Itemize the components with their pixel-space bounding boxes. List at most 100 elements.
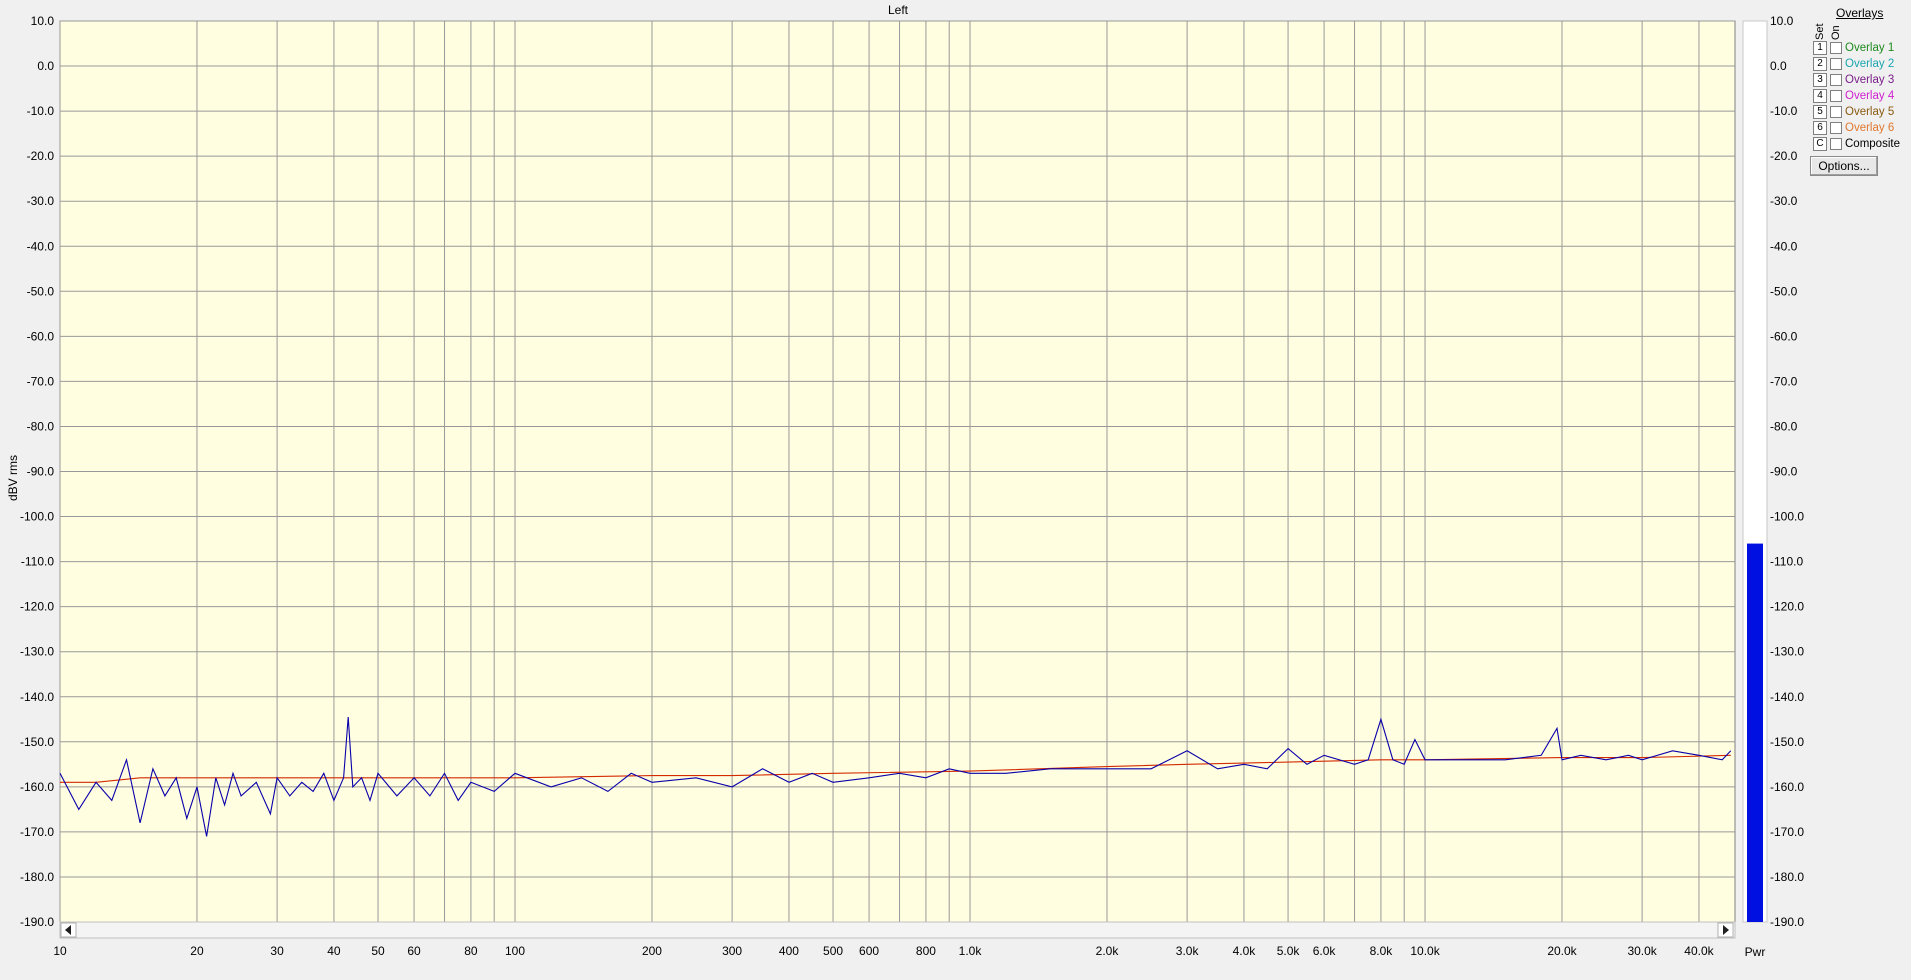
overlay-on-checkbox[interactable] [1830, 122, 1842, 134]
overlays-title: Overlays [1836, 6, 1884, 20]
y-tick-label-right: -160.0 [1770, 780, 1804, 794]
y-tick-label-left: -30.0 [27, 194, 55, 208]
y-tick-label-left: -160.0 [20, 780, 54, 794]
power-meter-bar [1747, 543, 1763, 922]
overlay-row-4: 4 Overlay 4 [1813, 89, 1911, 104]
overlay-set-button[interactable]: 3 [1813, 73, 1827, 87]
overlay-label: Overlay 1 [1845, 42, 1895, 54]
y-tick-label-left: -110.0 [21, 555, 54, 569]
x-tick-label: 2.0k [1096, 944, 1120, 958]
x-tick-label: 30.0k [1627, 944, 1657, 958]
y-tick-label-left: -100.0 [20, 510, 54, 524]
overlay-label: Composite [1845, 138, 1900, 150]
y-tick-label-left: -170.0 [20, 825, 54, 839]
overlay-row-1: 1 Overlay 1 [1813, 41, 1911, 56]
overlay-label: Overlay 2 [1845, 58, 1895, 70]
y-tick-label-right: -40.0 [1770, 239, 1798, 253]
x-tick-label: 10 [53, 944, 67, 958]
overlay-label: Overlay 6 [1845, 122, 1895, 134]
y-tick-label-left: -10.0 [27, 104, 55, 118]
y-tick-label-right: -110.0 [1770, 555, 1803, 569]
y-tick-label-right: -190.0 [1770, 915, 1804, 929]
x-tick-label: 300 [722, 944, 742, 958]
overlay-row-3: 3 Overlay 3 [1813, 73, 1911, 88]
y-tick-label-left: -80.0 [27, 419, 55, 433]
y-tick-label-right: -70.0 [1770, 374, 1798, 388]
x-tick-label: 6.0k [1313, 944, 1337, 958]
x-tick-label: 60 [407, 944, 421, 958]
x-tick-label: 50 [371, 944, 385, 958]
y-tick-label-left: -70.0 [27, 374, 55, 388]
overlay-row-2: 2 Overlay 2 [1813, 57, 1911, 72]
x-tick-label: 8.0k [1370, 944, 1394, 958]
y-tick-label-right: -30.0 [1770, 194, 1798, 208]
x-tick-label: 20 [190, 944, 204, 958]
overlay-set-button[interactable]: 5 [1813, 105, 1827, 119]
x-tick-label: 500 [823, 944, 843, 958]
overlay-row-6: 6 Overlay 6 [1813, 121, 1911, 136]
y-tick-label-left: 10.0 [31, 14, 55, 28]
x-tick-label: 20.0k [1547, 944, 1577, 958]
x-tick-label: 4.0k [1233, 944, 1257, 958]
y-tick-label-right: -120.0 [1770, 600, 1804, 614]
x-tick-label: 100 [505, 944, 525, 958]
y-tick-label-right: -10.0 [1770, 104, 1798, 118]
x-tick-label: 5.0k [1277, 944, 1301, 958]
y-tick-label-left: -40.0 [27, 239, 55, 253]
y-tick-label-right: -140.0 [1770, 690, 1804, 704]
overlay-set-button[interactable]: 1 [1813, 41, 1827, 55]
y-tick-label-right: -130.0 [1770, 645, 1804, 659]
power-meter-label: Pwr [1745, 945, 1766, 959]
overlay-on-checkbox[interactable] [1830, 58, 1842, 70]
y-tick-label-right: -50.0 [1770, 284, 1798, 298]
overlay-on-checkbox[interactable] [1830, 74, 1842, 86]
horizontal-scrollbar[interactable] [59, 921, 1736, 939]
y-tick-label-left: -20.0 [27, 149, 55, 163]
y-tick-label-right: -20.0 [1770, 149, 1798, 163]
y-tick-label-right: -80.0 [1770, 419, 1798, 433]
y-tick-label-right: 10.0 [1770, 14, 1794, 28]
x-tick-label: 80 [464, 944, 478, 958]
x-tick-label: 200 [642, 944, 662, 958]
x-tick-label: 800 [916, 944, 936, 958]
overlay-row-5: 5 Overlay 5 [1813, 105, 1911, 120]
overlay-set-button[interactable]: C [1813, 137, 1827, 151]
on-column-header: On [1830, 25, 1842, 40]
spectrum-analyzer-window: 10.0 10.0 0.0 0.0 -10.0 -10.0 -20.0 -20.0 -30.0 -… [0, 0, 1911, 980]
overlay-set-button[interactable]: 6 [1813, 121, 1827, 135]
y-tick-label-right: -90.0 [1770, 465, 1798, 479]
overlay-label: Overlay 3 [1845, 74, 1895, 86]
y-tick-label-right: 0.0 [1770, 59, 1787, 73]
x-tick-label: 1.0k [959, 944, 983, 958]
x-tick-label: 40 [327, 944, 341, 958]
y-tick-label-left: 0.0 [37, 59, 54, 73]
overlay-label: Overlay 5 [1845, 106, 1895, 118]
y-tick-label-right: -180.0 [1770, 870, 1804, 884]
y-tick-label-left: -150.0 [20, 735, 54, 749]
y-tick-label-left: -60.0 [27, 329, 55, 343]
chart-title: Left [888, 3, 909, 17]
overlay-label: Overlay 4 [1845, 90, 1895, 102]
y-tick-label-right: -60.0 [1770, 329, 1798, 343]
y-tick-label-left: -140.0 [20, 690, 54, 704]
y-tick-label-left: -130.0 [20, 645, 54, 659]
x-tick-label: 10.0k [1410, 944, 1440, 958]
overlay-on-checkbox[interactable] [1830, 90, 1842, 102]
y-tick-label-left: -180.0 [20, 870, 54, 884]
overlay-set-button[interactable]: 2 [1813, 57, 1827, 71]
overlay-on-checkbox[interactable] [1830, 42, 1842, 54]
overlays-panel: Overlays Set On 1 Overlay 1 2 Overlay 2 3 Ove… [1806, 0, 1911, 180]
options-button[interactable]: Options... [1810, 156, 1878, 176]
y-tick-label-right: -100.0 [1770, 510, 1804, 524]
spectrum-chart: 10.0 10.0 0.0 0.0 -10.0 -10.0 -20.0 -20.0 -30.0 -… [6, 3, 1804, 959]
x-tick-label: 600 [859, 944, 879, 958]
overlay-on-checkbox[interactable] [1830, 106, 1842, 118]
x-tick-label: 40.0k [1684, 944, 1714, 958]
overlay-on-checkbox[interactable] [1830, 138, 1842, 150]
y-tick-label-left: -50.0 [27, 284, 55, 298]
y-tick-label-left: -120.0 [20, 600, 54, 614]
x-tick-label: 400 [779, 944, 799, 958]
y-tick-label-right: -170.0 [1770, 825, 1804, 839]
overlay-set-button[interactable]: 4 [1813, 89, 1827, 103]
overlay-row-c: C Composite [1813, 137, 1911, 152]
